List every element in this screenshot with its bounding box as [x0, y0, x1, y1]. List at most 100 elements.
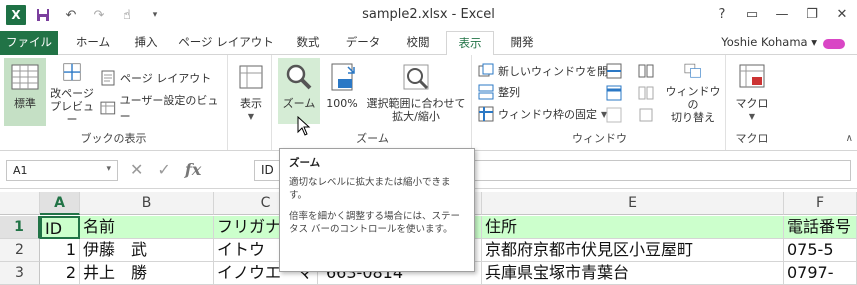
normal-view-label: 標準 [14, 97, 36, 110]
zoom-button[interactable]: ズーム [278, 58, 320, 124]
user-name[interactable]: Yoshie Kohama ▾ [721, 35, 817, 49]
tab-review[interactable]: 校閲 [396, 31, 440, 55]
page-break-preview-icon [63, 63, 81, 81]
restore-button[interactable]: ❐ [797, 0, 827, 28]
cell-b2[interactable]: 伊藤 武 [80, 239, 214, 262]
freeze-panes-icon [478, 106, 494, 122]
close-button[interactable]: ✕ [827, 0, 857, 28]
minimize-button[interactable]: — [767, 0, 797, 28]
cell-f1[interactable]: 電話番号 [784, 216, 857, 239]
freeze-panes-button[interactable]: ウィンドウ枠の固定 ▼ [478, 104, 607, 124]
page-break-preview-button[interactable]: 改ページ プレビュー [48, 58, 96, 126]
save-icon[interactable] [32, 5, 54, 25]
enter-icon[interactable]: ✓ [157, 160, 170, 179]
name-box-dropdown-icon[interactable]: ▾ [106, 164, 111, 177]
page-break-label-2: プレビュー [50, 100, 94, 126]
macros-group-label: マクロ [735, 132, 769, 145]
arrange-all-button[interactable]: 整列 [478, 82, 520, 102]
column-header[interactable]: E [482, 192, 784, 215]
cell-b1[interactable]: 名前 [80, 216, 214, 239]
cell-f3[interactable]: 0797- [784, 262, 857, 285]
redo-icon[interactable]: ↷ [88, 5, 110, 25]
view-side-by-side-icon[interactable] [638, 63, 654, 79]
zoom-to-selection-button[interactable]: 選択範囲に合わせて 拡大/縮小 [364, 58, 468, 124]
tab-formulas[interactable]: 数式 [286, 31, 330, 55]
column-header[interactable]: B [80, 192, 214, 215]
normal-view-icon [11, 64, 39, 90]
cell-a1[interactable]: ID [40, 216, 80, 239]
zoom-to-selection-icon [403, 64, 429, 90]
window-controls: ? ▭ — ❐ ✕ [707, 0, 857, 28]
magnifier-icon [286, 64, 312, 90]
customize-qat-icon[interactable]: ▾ [144, 5, 166, 25]
ribbon: 標準 改ページ プレビュー ページ レイアウト ユーザー設定のビュー ブックの表… [0, 55, 857, 151]
show-button[interactable]: 表示 ▼ [232, 58, 270, 126]
group-show: 表示 ▼ [230, 55, 272, 150]
select-all-corner[interactable] [0, 192, 40, 215]
new-window-button[interactable]: 新しいウィンドウを開く [478, 61, 619, 81]
row-header[interactable]: 2 [0, 239, 40, 262]
touch-mode-icon[interactable]: ☝ [116, 5, 138, 25]
synchronous-scrolling-icon[interactable] [638, 85, 654, 101]
custom-views-label: ユーザー設定のビュー [119, 94, 219, 123]
freeze-panes-label: ウィンドウ枠の固定 [498, 108, 597, 121]
collapse-ribbon-icon[interactable]: ∧ [846, 133, 853, 144]
page-layout-icon [101, 70, 115, 86]
help-button[interactable]: ? [707, 0, 737, 28]
tab-view[interactable]: 表示 [446, 31, 494, 56]
page-layout-label: ページ レイアウト [120, 72, 212, 85]
custom-views-button[interactable]: ユーザー設定のビュー [100, 94, 227, 123]
switch-windows-button[interactable]: ウィンドウの 切り替え [664, 58, 722, 124]
cell-a3[interactable]: 2 [40, 262, 80, 285]
column-header[interactable]: A [40, 192, 80, 215]
row-header[interactable]: 1 [0, 216, 40, 239]
arrange-icon [478, 84, 494, 100]
cell-e2[interactable]: 京都府京都市伏見区小豆屋町 [482, 239, 784, 262]
workbook-views-group-label: ブックの表示 [80, 132, 147, 145]
zoom-100-button[interactable]: 100% [322, 58, 362, 124]
name-box-value: A1 [13, 164, 28, 177]
ribbon-display-options-button[interactable]: ▭ [737, 0, 767, 28]
cell-f2[interactable]: 075-5 [784, 239, 857, 262]
undo-icon[interactable]: ↶ [60, 5, 82, 25]
unhide-window-icon[interactable] [606, 107, 622, 123]
zoom-100-icon [331, 63, 355, 91]
tooltip-title: ズーム [289, 157, 321, 169]
macros-label: マクロ [735, 97, 769, 110]
name-box[interactable]: A1 ▾ [6, 160, 118, 181]
zoom-label: ズーム [282, 97, 316, 110]
page-layout-view-button[interactable]: ページ レイアウト [100, 68, 211, 88]
cancel-icon[interactable]: ✕ [130, 160, 143, 179]
row-header[interactable]: 3 [0, 262, 40, 285]
split-icon[interactable] [606, 63, 622, 79]
show-dropdown-icon: ▼ [247, 112, 255, 121]
cell-a2[interactable]: 1 [40, 239, 80, 262]
window-group-label: ウィンドウ [572, 132, 627, 145]
insert-function-icon[interactable]: fx [185, 160, 201, 179]
cell-b3[interactable]: 井上 勝 [80, 262, 214, 285]
macros-button[interactable]: マクロ ▼ [732, 58, 772, 124]
page-break-label-1: 改ページ [50, 87, 94, 100]
zoom-tooltip: ズーム 適切なレベルに拡大または縮小できます。 倍率を細かく調整する場合には、ス… [279, 148, 475, 272]
user-avatar-icon[interactable] [823, 39, 845, 49]
tab-page-layout[interactable]: ページ レイアウト [176, 31, 276, 55]
tab-home[interactable]: ホーム [68, 31, 118, 55]
excel-logo-icon: X [6, 5, 26, 25]
tab-insert[interactable]: 挿入 [124, 31, 168, 55]
cell-e3[interactable]: 兵庫県宝塚市青葉台 [482, 262, 784, 285]
tab-developer[interactable]: 開発 [500, 31, 544, 55]
tab-file[interactable]: ファイル [0, 31, 58, 55]
title-bar: X ↶ ↷ ☝ ▾ sample2.xlsx - Excel ? ▭ — ❐ ✕ [0, 0, 857, 31]
column-header[interactable]: F [784, 192, 857, 215]
normal-view-button[interactable]: 標準 [4, 58, 46, 126]
arrange-label: 整列 [498, 86, 520, 99]
reset-window-position-icon[interactable] [638, 107, 654, 123]
formula-buttons: ✕ ✓ fx [130, 160, 201, 179]
hide-window-icon[interactable] [606, 85, 622, 101]
cell-e1[interactable]: 住所 [482, 216, 784, 239]
group-workbook-views: 標準 改ページ プレビュー ページ レイアウト ユーザー設定のビュー ブックの表… [0, 55, 228, 150]
switch-windows-label-2: 切り替え [671, 111, 715, 124]
ribbon-tab-row: ファイル ホーム 挿入 ページ レイアウト 数式 データ 校閲 表示 開発 Yo… [0, 31, 857, 56]
quick-access-toolbar: X ↶ ↷ ☝ ▾ [6, 5, 166, 25]
tab-data[interactable]: データ [336, 31, 390, 55]
